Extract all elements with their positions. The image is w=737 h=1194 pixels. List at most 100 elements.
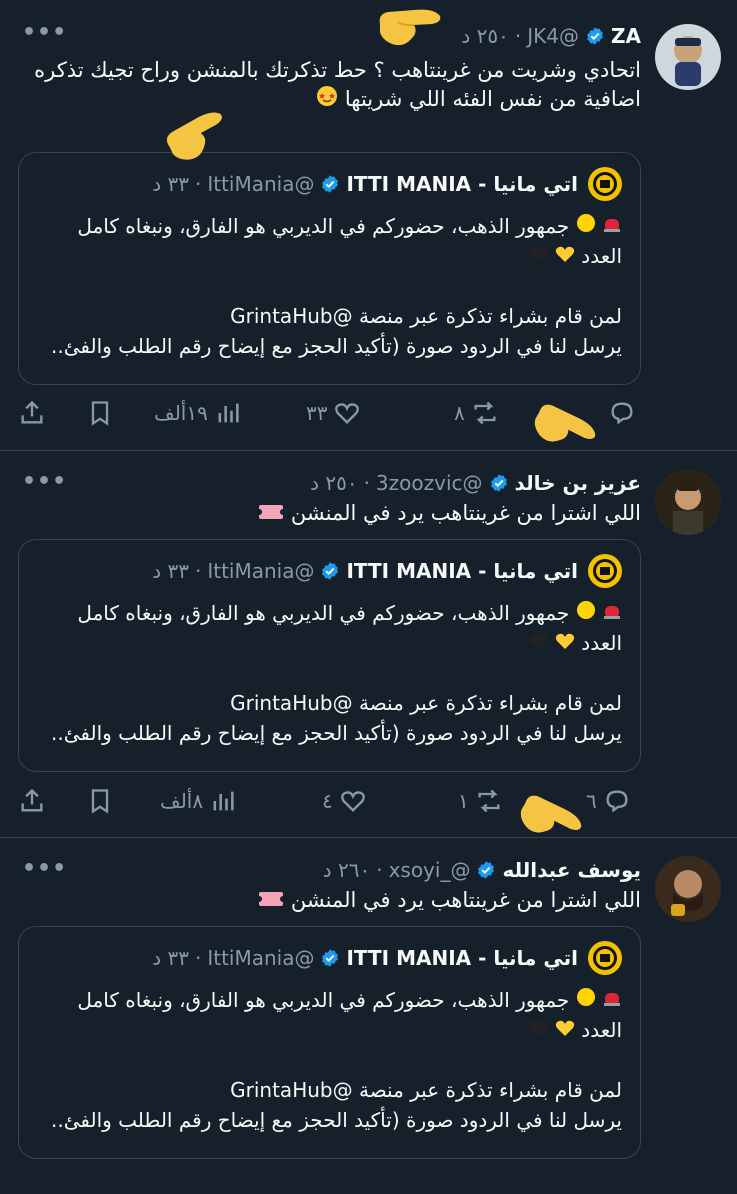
reply-icon (606, 790, 628, 813)
quoted-post[interactable]: اتي مانيا - ITTI MANIA @IttiMania · ٣٣ د… (18, 152, 641, 385)
quoted-post[interactable]: اتي مانيا - ITTI MANIA @IttiMania · ٣٣ د… (18, 926, 641, 1159)
views-count: ١٩ألف (154, 401, 208, 425)
like-count: ٣٣ (306, 401, 328, 425)
black-heart-emoji (529, 244, 549, 268)
tweet-1[interactable]: ••• ZA @JK4 · ٢٥٠ د اتحادي وشريت من غرين… (0, 0, 737, 450)
avatar[interactable] (655, 856, 721, 922)
itti-mania-logo[interactable] (588, 941, 622, 975)
like-count: ٤ (322, 789, 333, 813)
repost-count: ٨ (454, 401, 465, 425)
bookmark-button[interactable] (86, 784, 114, 818)
repost-count: ١ (458, 789, 469, 813)
views-icon (218, 403, 239, 423)
quoted-post-text: جمهور الذهب، حضوركم في الديربي هو الفارق… (39, 598, 622, 748)
post-time[interactable]: ٢٥٠ د (461, 24, 509, 48)
bookmark-icon (91, 401, 109, 426)
quoted-post[interactable]: اتي مانيا - ITTI MANIA @IttiMania · ٣٣ د… (18, 539, 641, 772)
black-heart-emoji (529, 631, 549, 655)
pointing-hand-emoji (374, 2, 444, 52)
tweet-text: اتحادي وشريت من غرينتاهب ؟ حط تذكرتك بال… (30, 56, 641, 115)
views-count: ٨ألف (160, 789, 204, 813)
author-handle[interactable]: @JK4 (527, 24, 579, 48)
quoted-post-header: اتي مانيا - ITTI MANIA @IttiMania · ٣٣ د (152, 941, 622, 975)
views-button[interactable]: ١٩ألف (154, 396, 242, 430)
reply-button[interactable] (608, 396, 636, 430)
like-button[interactable]: ٤ (322, 784, 367, 818)
author-handle[interactable]: @_xsoyi (389, 858, 471, 882)
like-button[interactable]: ٣٣ (306, 396, 361, 430)
separator-dot: · (194, 559, 202, 583)
repost-button[interactable]: ٨ (454, 396, 499, 430)
share-icon (21, 788, 43, 812)
quoted-post-text: جمهور الذهب، حضوركم في الديربي هو الفارق… (39, 985, 622, 1135)
reply-button[interactable]: ٦ (586, 784, 631, 818)
avatar[interactable] (655, 469, 721, 535)
separator-dot: · (194, 946, 202, 970)
yellow-heart-emoji (555, 244, 575, 268)
pointing-hand-emoji (162, 112, 232, 162)
yellow-circle-emoji (576, 214, 596, 238)
quoted-line-2: لمن قام بشراء تذكرة عبر منصة @GrintaHub (230, 1078, 622, 1102)
quoted-post-time: ٣٣ د (152, 559, 189, 583)
views-icon (213, 791, 234, 811)
tweet-2[interactable]: ••• عزيز بن خالد @3zoozvic · ٢٥٠ د اللي … (0, 451, 737, 837)
author-name[interactable]: عزيز بن خالد (515, 471, 641, 495)
quoted-line-3: يرسل لنا في الردود صورة (تأكيد الحجز مع … (50, 1108, 622, 1132)
tweet-header: يوسف عبدالله @_xsoyi · ٢٦٠ د (323, 854, 641, 886)
avatar[interactable] (655, 24, 721, 90)
quoted-author-handle: @IttiMania (207, 946, 315, 970)
share-button[interactable] (18, 396, 46, 430)
more-icon[interactable]: ••• (22, 858, 67, 880)
quoted-line-2: لمن قام بشراء تذكرة عبر منصة @GrintaHub (230, 304, 622, 328)
quoted-author-handle: @IttiMania (207, 559, 315, 583)
ticket-emoji (256, 500, 287, 529)
quoted-author-handle: @IttiMania (207, 172, 315, 196)
black-heart-emoji (529, 1018, 549, 1042)
itti-mania-logo[interactable] (588, 554, 622, 588)
quoted-line-3: يرسل لنا في الردود صورة (تأكيد الحجز مع … (50, 334, 622, 358)
verified-icon (478, 861, 495, 879)
like-icon (335, 403, 360, 424)
quoted-line-3: يرسل لنا في الردود صورة (تأكيد الحجز مع … (50, 721, 622, 745)
yellow-heart-emoji (555, 631, 575, 655)
itti-mania-logo[interactable] (588, 167, 622, 201)
verified-icon (587, 27, 603, 45)
yellow-circle-emoji (576, 988, 596, 1012)
tweet-text-content: اللي اشترا من غرينتاهب يرد في المنشن (290, 501, 641, 525)
quoted-post-time: ٣٣ د (152, 946, 189, 970)
quoted-author-name: اتي مانيا - ITTI MANIA (346, 559, 578, 583)
verified-icon (322, 949, 339, 967)
repost-icon (478, 789, 500, 813)
verified-icon (322, 562, 339, 580)
post-time[interactable]: ٢٦٠ د (323, 858, 371, 882)
tweet-3[interactable]: ••• يوسف عبدالله @_xsoyi · ٢٦٠ د اللي اش… (0, 838, 737, 1194)
views-button[interactable]: ٨ألف (160, 784, 237, 818)
tweet-text: اللي اشترا من غرينتاهب يرد في المنشن (30, 886, 641, 916)
author-name[interactable]: ZA (611, 24, 641, 48)
author-name[interactable]: يوسف عبدالله (502, 858, 641, 882)
reply-icon (611, 402, 633, 425)
tweet-header: ZA @JK4 · ٢٥٠ د (461, 20, 641, 52)
share-button[interactable] (18, 784, 46, 818)
separator-dot: · (363, 471, 370, 495)
yellow-circle-emoji (576, 601, 596, 625)
reply-count: ٦ (586, 789, 597, 813)
quoted-post-header: اتي مانيا - ITTI MANIA @IttiMania · ٣٣ د (152, 554, 622, 588)
author-handle[interactable]: @3zoozvic (376, 471, 483, 495)
like-icon (340, 791, 365, 812)
action-bar: ٨ألف ٤ ١ ٦ (0, 784, 737, 818)
action-bar: ١٩ألف ٣٣ ٨ (0, 396, 737, 430)
bookmark-button[interactable] (86, 396, 114, 430)
quoted-post-time: ٣٣ د (152, 172, 189, 196)
quoted-line-2: لمن قام بشراء تذكرة عبر منصة @GrintaHub (230, 691, 622, 715)
repost-icon (474, 401, 496, 425)
more-icon[interactable]: ••• (22, 471, 67, 493)
repost-button[interactable]: ١ (458, 784, 503, 818)
post-time[interactable]: ٢٥٠ د (310, 471, 358, 495)
pointing-hand-emoji (528, 404, 598, 454)
quoted-author-name: اتي مانيا - ITTI MANIA (346, 172, 578, 196)
more-icon[interactable]: ••• (22, 22, 67, 44)
bookmark-icon (91, 789, 109, 814)
separator-dot: · (376, 858, 383, 882)
verified-icon (490, 474, 507, 492)
